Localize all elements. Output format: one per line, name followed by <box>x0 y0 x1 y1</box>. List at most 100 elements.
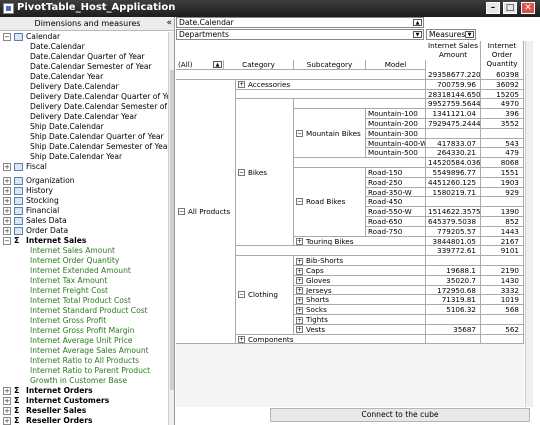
model-row[interactable]: Road-150 <box>366 168 426 178</box>
expand-icon[interactable]: + <box>238 336 245 344</box>
model-row[interactable]: Mountain-500 <box>366 148 426 159</box>
model-row[interactable]: Mountain-200 <box>366 119 426 129</box>
tree-node[interactable]: + Financial <box>0 206 168 216</box>
clothing-subcategory-row[interactable]: + Socks <box>294 305 426 315</box>
clothing-subcategory-row[interactable]: + Bib-Shorts <box>294 256 426 266</box>
collapse-icon[interactable]: − <box>3 33 11 41</box>
scroll-thumb[interactable] <box>170 70 174 390</box>
expand-icon[interactable]: + <box>3 387 11 395</box>
hierarchy-item[interactable]: Ship Date.Calendar Year <box>0 152 168 162</box>
pivot-scrollbar[interactable] <box>525 41 533 407</box>
clothing-subcategory-row[interactable]: + Gloves <box>294 275 426 286</box>
measure-item[interactable]: Internet Extended Amount <box>0 266 168 276</box>
all-dropdown-icon[interactable]: ▲ <box>213 61 222 68</box>
measure-item[interactable]: Internet Average Sales Amount <box>0 346 168 356</box>
expand-icon[interactable]: + <box>3 163 11 171</box>
expand-icon[interactable]: + <box>296 296 303 304</box>
measure-item[interactable]: Internet Standard Product Cost <box>0 306 168 316</box>
hierarchy-item[interactable]: Delivery Date.Calendar Quarter of Year <box>0 92 174 102</box>
measures-filter-box[interactable]: Measures ▼ <box>426 29 476 40</box>
measure-item[interactable]: Internet Sales Amount <box>0 246 168 256</box>
category-bikes[interactable]: − Bikes <box>236 99 294 247</box>
all-products-header[interactable]: − All Products <box>176 79 236 345</box>
expand-icon[interactable]: + <box>3 397 11 405</box>
expand-icon[interactable]: + <box>296 316 303 324</box>
column-header-model[interactable]: Model <box>366 60 426 70</box>
measure-header-qty[interactable]: Internet Order Quantity <box>481 41 524 72</box>
measure-item[interactable]: Growth in Customer Base <box>0 376 168 386</box>
expand-icon[interactable]: + <box>238 81 245 89</box>
tree-node[interactable]: − Calendar <box>0 32 168 42</box>
clothing-subcategory-row[interactable]: + Shorts <box>294 295 426 306</box>
expand-icon[interactable]: + <box>3 197 11 205</box>
collapse-icon[interactable]: − <box>3 237 11 245</box>
hierarchy-item[interactable]: Date.Calendar Year <box>0 72 168 82</box>
tree-node[interactable]: + Σ Reseller Orders <box>0 416 168 425</box>
expand-icon[interactable]: + <box>296 326 303 334</box>
collapse-panel-button[interactable]: « <box>166 17 172 30</box>
hierarchy-item[interactable]: Date.Calendar Quarter of Year <box>0 52 168 62</box>
subcategory-road[interactable]: − Road Bikes <box>294 168 366 237</box>
expand-icon[interactable]: + <box>296 287 303 295</box>
expand-icon[interactable]: + <box>296 267 303 275</box>
tree-node[interactable]: + Order Data <box>0 226 168 236</box>
collapse-icon[interactable]: − <box>296 129 303 137</box>
expand-icon[interactable]: + <box>3 217 11 225</box>
column-filter-box[interactable]: Date.Calendar ▲ <box>176 17 424 28</box>
model-row[interactable]: Mountain-100 <box>366 109 426 119</box>
model-row[interactable]: Mountain-400-W <box>366 138 426 149</box>
measure-item[interactable]: Internet Gross Profit <box>0 316 168 326</box>
close-button[interactable]: ✕ <box>521 2 535 14</box>
subcategory-touring[interactable]: + Touring Bikes <box>294 236 426 247</box>
measure-item[interactable]: Internet Ratio to All Products <box>0 356 168 366</box>
expand-icon[interactable]: + <box>3 227 11 235</box>
collapse-icon[interactable]: − <box>296 198 303 206</box>
hierarchy-item[interactable]: Ship Date.Calendar Semester of Year <box>0 142 171 152</box>
clothing-subcategory-row[interactable]: + Caps <box>294 266 426 276</box>
tree-node[interactable]: + Σ Internet Customers <box>0 396 168 406</box>
collapse-icon[interactable]: − <box>238 168 245 176</box>
model-row[interactable]: Road-350-W <box>366 187 426 198</box>
collapse-icon[interactable]: − <box>238 291 245 299</box>
tree-node[interactable]: + Σ Reseller Sales <box>0 406 168 416</box>
measures-dropdown-icon[interactable]: ▼ <box>465 31 474 38</box>
category-accessories[interactable]: + Accessories <box>236 79 426 90</box>
hierarchy-item[interactable]: Date.Calendar Semester of Year <box>0 62 168 72</box>
all-filter[interactable]: (All) ▲ <box>176 60 224 70</box>
clothing-subcategory-row[interactable]: + Jerseys <box>294 285 426 296</box>
expand-icon[interactable]: + <box>296 306 303 314</box>
tree-node[interactable]: + Sales Data <box>0 216 168 226</box>
expand-icon[interactable]: + <box>3 177 11 185</box>
measure-header-sales[interactable]: Internet Sales Amount <box>426 41 481 72</box>
clothing-subcategory-row[interactable]: + Tights <box>294 315 426 325</box>
category-clothing[interactable]: − Clothing <box>236 256 294 335</box>
model-row[interactable]: Road-650 <box>366 217 426 227</box>
model-row[interactable]: Road-550-W <box>366 207 426 217</box>
panel-scrollbar[interactable] <box>168 32 174 425</box>
row-filter-box[interactable]: Departments ▼ <box>176 29 424 40</box>
hierarchy-item[interactable]: Ship Date.Calendar <box>0 122 168 132</box>
measure-item[interactable]: Internet Order Quantity <box>0 256 168 266</box>
hierarchy-item[interactable]: Ship Date.Calendar Quarter of Year <box>0 132 168 142</box>
expand-icon[interactable]: + <box>3 187 11 195</box>
measure-item[interactable]: Internet Tax Amount <box>0 276 168 286</box>
expand-icon[interactable]: + <box>3 417 11 425</box>
tree-node[interactable]: + Fiscal <box>0 162 168 172</box>
category-components[interactable]: + Components <box>236 334 426 345</box>
expand-icon[interactable]: + <box>3 207 11 215</box>
maximize-button[interactable]: □ <box>503 2 517 14</box>
expand-icon[interactable]: + <box>3 407 11 415</box>
column-filter-dropdown-icon[interactable]: ▲ <box>413 19 422 26</box>
hierarchy-item[interactable]: Date.Calendar <box>0 42 168 52</box>
collapse-icon[interactable]: − <box>178 208 185 216</box>
model-row[interactable]: Mountain-300 <box>366 128 426 139</box>
tree-node[interactable]: + Stocking <box>0 196 168 206</box>
hierarchy-item[interactable]: Delivery Date.Calendar Semester of Year <box>0 102 174 112</box>
column-header-category[interactable]: Category <box>224 60 294 70</box>
tree-node[interactable]: + Organization <box>0 176 168 186</box>
connect-button[interactable]: Connect to the cube <box>270 408 530 422</box>
tree-node[interactable]: − Σ Internet Sales <box>0 236 168 246</box>
clothing-subcategory-row[interactable]: + Vests <box>294 324 426 335</box>
measure-item[interactable]: Internet Ratio to Parent Product <box>0 366 168 376</box>
tree-node[interactable]: + History <box>0 186 168 196</box>
